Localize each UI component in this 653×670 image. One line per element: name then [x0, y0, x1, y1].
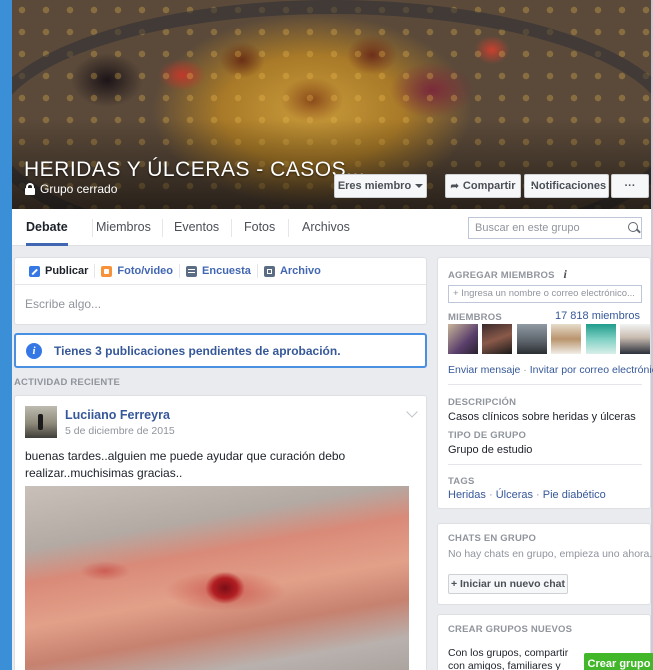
group-chats-card: CHATS EN GRUPO No hay chats en grupo, em…: [437, 523, 653, 605]
description-title: DESCRIPCIÓN: [448, 397, 517, 408]
chats-title: CHATS EN GRUPO: [448, 533, 537, 544]
page-frame: HERIDAS Y ÚLCERAS - CASOS... Grupo cerra…: [0, 0, 653, 670]
add-members-title-label: AGREGAR MIEMBROS: [448, 270, 555, 281]
share-arrow-icon: ➦: [450, 180, 459, 192]
members-title: MIEMBROS: [448, 312, 502, 323]
create-groups-text-line: con amigos, familiares y: [448, 660, 561, 670]
group-title[interactable]: HERIDAS Y ÚLCERAS - CASOS...: [24, 158, 365, 182]
composer-input[interactable]: Escribe algo...: [25, 297, 101, 311]
file-icon: [263, 265, 275, 277]
composer-tab-post[interactable]: Publicar: [23, 264, 96, 278]
new-chat-button[interactable]: + Iniciar un nuevo chat: [448, 574, 568, 594]
composer-tabs: Publicar Foto/video Encuesta Archivo: [15, 258, 426, 285]
notifications-button[interactable]: Notificaciones: [524, 174, 609, 198]
member-avatar[interactable]: [620, 324, 650, 354]
member-button[interactable]: Eres miembro: [334, 174, 427, 198]
member-avatar[interactable]: [586, 324, 616, 354]
tab-divider: [92, 219, 93, 237]
composer-tab-poll[interactable]: Encuesta: [180, 264, 258, 278]
pending-posts-text[interactable]: Tienes 3 publicaciones pendientes de apr…: [54, 344, 341, 358]
more-icon: ···: [624, 180, 636, 192]
invite-email-link[interactable]: Invitar por correo electrónico: [530, 364, 653, 376]
tab-divider: [231, 219, 232, 237]
author-avatar[interactable]: [25, 406, 57, 438]
composer-tab-label: Publicar: [45, 265, 89, 277]
group-search[interactable]: [468, 217, 642, 239]
create-groups-card: CREAR GRUPOS NUEVOS Con los grupos, comp…: [437, 614, 653, 670]
search-icon[interactable]: [628, 222, 638, 232]
tab-divider: [162, 219, 163, 237]
divider: [448, 384, 642, 385]
composer-tab-photo-video[interactable]: Foto/video: [95, 264, 181, 278]
tags-list: Heridas · Úlceras · Pie diabético: [448, 489, 606, 501]
share-button-label: Compartir: [462, 180, 516, 192]
group-privacy-label: Grupo cerrado: [40, 182, 118, 196]
group-privacy: Grupo cerrado: [25, 182, 117, 196]
tag-separator: ·: [532, 489, 543, 501]
recent-activity-label: ACTIVIDAD RECIENTE: [14, 377, 120, 388]
tag-separator: ·: [485, 489, 496, 501]
group-type-title: TIPO DE GRUPO: [448, 430, 527, 441]
info-icon[interactable]: i: [564, 267, 568, 281]
tags-title: TAGS: [448, 476, 475, 487]
member-links: Enviar mensaje · Invitar por correo elec…: [448, 364, 653, 376]
share-button[interactable]: ➦ Compartir: [445, 174, 521, 198]
tab-divider: [288, 219, 289, 237]
group-info-card: AGREGAR MIEMBROS i + Ingresa un nombre o…: [437, 257, 653, 509]
member-button-label: Eres miembro: [337, 180, 412, 192]
composer-tab-label: Foto/video: [117, 265, 174, 277]
divider: [448, 464, 642, 465]
add-members-title: AGREGAR MIEMBROS i: [448, 267, 567, 282]
post-date[interactable]: 5 de diciembre de 2015: [65, 425, 175, 437]
member-avatar[interactable]: [517, 324, 547, 354]
link-separator: ·: [520, 364, 530, 376]
member-avatar[interactable]: [482, 324, 512, 354]
photo-icon: [101, 265, 113, 277]
create-group-button[interactable]: Crear grupo: [584, 653, 653, 670]
feed-post: Luciiano Ferreyra 5 de diciembre de 2015…: [14, 395, 427, 670]
member-avatar[interactable]: [448, 324, 478, 354]
create-groups-title: CREAR GRUPOS NUEVOS: [448, 624, 573, 635]
add-members-input[interactable]: + Ingresa un nombre o correo electrónico…: [448, 285, 642, 303]
create-groups-text-line: Con los grupos, compartir: [448, 647, 569, 659]
composer-tab-file[interactable]: Archivo: [258, 264, 327, 278]
group-search-input[interactable]: [469, 218, 619, 238]
member-avatar[interactable]: [551, 324, 581, 354]
post-text: buenas tardes..alguien me puede ayudar q…: [25, 449, 346, 480]
group-nav-bar: Debate Miembros Eventos Fotos Archivos: [12, 209, 651, 246]
tab-files[interactable]: Archivos: [302, 209, 350, 246]
composer-tab-label: Archivo: [279, 265, 321, 277]
lock-icon: [25, 183, 35, 195]
group-type-text: Grupo de estudio: [448, 444, 533, 456]
chevron-down-icon[interactable]: [406, 406, 418, 418]
caret-down-icon: [415, 184, 424, 188]
create-groups-text: Con los grupos, compartir con amigos, fa…: [448, 647, 568, 670]
tag-link[interactable]: Pie diabético: [543, 489, 606, 501]
tab-photos[interactable]: Fotos: [244, 209, 275, 246]
members-count[interactable]: 17 818 miembros: [555, 310, 640, 322]
chats-empty-text: No hay chats en grupo, empieza uno ahora…: [448, 548, 653, 560]
tab-events[interactable]: Eventos: [174, 209, 219, 246]
pending-posts-banner[interactable]: i Tienes 3 publicaciones pendientes de a…: [14, 333, 427, 368]
tag-link[interactable]: Úlceras: [496, 489, 533, 501]
pencil-icon: [29, 265, 40, 277]
send-message-link[interactable]: Enviar mensaje: [448, 364, 520, 376]
description-text: Casos clínicos sobre heridas y úlceras: [448, 411, 636, 423]
composer-tab-label: Encuesta: [202, 265, 251, 277]
tab-debate[interactable]: Debate: [26, 209, 68, 246]
post-image[interactable]: [25, 486, 409, 670]
tab-members[interactable]: Miembros: [96, 209, 151, 246]
post-author[interactable]: Luciiano Ferreyra: [65, 408, 170, 422]
more-button[interactable]: ···: [611, 174, 649, 198]
post-composer: Publicar Foto/video Encuesta Archivo Esc…: [14, 257, 427, 325]
info-icon: i: [26, 342, 42, 359]
tag-link[interactable]: Heridas: [448, 489, 486, 501]
notifications-button-label: Notificaciones: [530, 180, 607, 192]
poll-icon: [186, 265, 198, 277]
